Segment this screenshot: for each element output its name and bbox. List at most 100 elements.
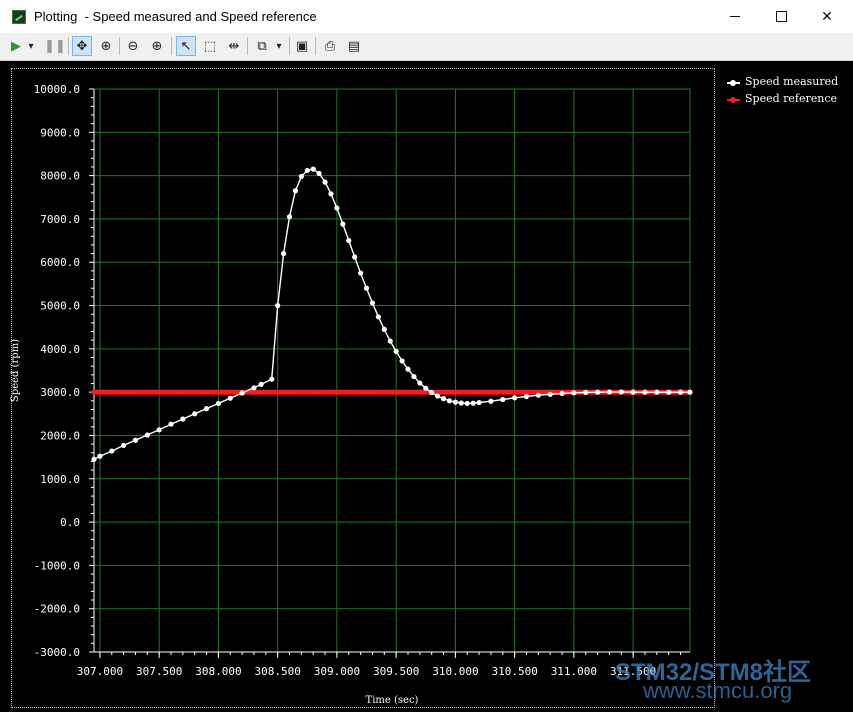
point-speed-measured bbox=[654, 389, 660, 395]
point-speed-measured bbox=[109, 448, 115, 454]
y-tick-label: 4000.0 bbox=[40, 343, 80, 356]
watermark-url: www.stmcu.org bbox=[643, 678, 793, 703]
point-speed-measured bbox=[258, 381, 264, 387]
point-speed-measured bbox=[470, 400, 476, 406]
point-speed-measured bbox=[440, 396, 447, 402]
x-tick-label: 307.000 bbox=[77, 665, 123, 678]
point-speed-measured bbox=[512, 395, 518, 401]
point-speed-measured bbox=[523, 393, 530, 400]
point-speed-measured bbox=[340, 221, 346, 227]
x-tick-label: 310.500 bbox=[491, 665, 537, 678]
speed-chart[interactable]: -3000.0 -2000.0 -1000.0 0.0 1000.0 2000.0 3000… bbox=[0, 0, 853, 712]
point-speed-measured bbox=[286, 214, 293, 220]
point-speed-measured bbox=[630, 389, 636, 395]
point-speed-measured bbox=[192, 411, 198, 417]
point-speed-measured bbox=[304, 167, 310, 174]
point-speed-measured bbox=[91, 456, 97, 462]
y-tick-label: 3000.0 bbox=[40, 386, 80, 399]
point-speed-measured bbox=[666, 389, 672, 395]
point-speed-measured bbox=[275, 302, 281, 309]
point-speed-measured bbox=[251, 385, 257, 391]
point-speed-measured bbox=[476, 399, 482, 406]
legend-label-speed-reference: Speed reference bbox=[745, 92, 838, 105]
y-axis-label: Speed (rpm) bbox=[10, 339, 21, 402]
y-tick-label: 6000.0 bbox=[40, 256, 80, 269]
point-speed-measured bbox=[334, 205, 340, 211]
point-speed-measured bbox=[446, 398, 453, 404]
x-tick-label: 310.000 bbox=[432, 665, 478, 678]
point-speed-measured bbox=[328, 191, 334, 197]
point-speed-measured bbox=[583, 389, 589, 395]
x-tick-label: 311.000 bbox=[551, 665, 597, 678]
point-speed-measured bbox=[677, 389, 684, 395]
y-tick-label: 8000.0 bbox=[40, 170, 80, 183]
point-speed-measured bbox=[322, 179, 328, 185]
point-speed-measured bbox=[618, 389, 624, 395]
point-speed-measured bbox=[156, 427, 162, 433]
point-speed-measured bbox=[358, 270, 364, 276]
legend-label-speed-measured: Speed measured bbox=[745, 75, 839, 88]
x-tick-label: 308.500 bbox=[254, 665, 300, 678]
point-speed-measured bbox=[535, 392, 541, 398]
point-speed-measured bbox=[452, 399, 458, 405]
point-speed-measured bbox=[559, 390, 565, 397]
legend-item-speed-reference[interactable]: Speed reference bbox=[727, 92, 851, 109]
y-tick-label: 2000.0 bbox=[40, 429, 80, 442]
y-tick-label: 7000.0 bbox=[40, 213, 80, 226]
point-speed-measured bbox=[393, 348, 399, 355]
legend-marker-speed-reference bbox=[730, 97, 736, 103]
point-speed-measured bbox=[488, 398, 494, 404]
point-speed-measured bbox=[547, 391, 553, 397]
watermark: STM32/STM8社区 www.stmcu.org bbox=[615, 652, 853, 712]
point-speed-measured bbox=[292, 188, 299, 194]
y-tick-label: 1000.0 bbox=[40, 473, 80, 486]
y-tick-label: -2000.0 bbox=[34, 603, 80, 616]
point-speed-measured bbox=[687, 389, 693, 395]
point-speed-measured bbox=[269, 376, 275, 382]
x-tick-label: 307.500 bbox=[136, 665, 182, 678]
plot-area bbox=[94, 89, 690, 652]
point-speed-measured bbox=[180, 416, 186, 422]
point-speed-measured bbox=[144, 432, 150, 438]
x-tick-label: 309.500 bbox=[373, 665, 419, 678]
point-speed-measured bbox=[227, 395, 233, 401]
point-speed-measured bbox=[606, 389, 613, 395]
point-speed-measured bbox=[381, 326, 387, 332]
point-speed-measured bbox=[352, 254, 358, 260]
point-speed-measured bbox=[346, 237, 352, 244]
point-speed-measured bbox=[316, 170, 322, 177]
legend-item-speed-measured[interactable]: Speed measured bbox=[727, 75, 851, 92]
point-speed-measured bbox=[464, 400, 470, 407]
y-tick-label: -3000.0 bbox=[34, 646, 80, 659]
point-speed-measured bbox=[121, 442, 127, 449]
point-speed-measured bbox=[363, 285, 370, 291]
point-speed-measured bbox=[310, 166, 316, 172]
point-speed-measured bbox=[375, 314, 381, 320]
point-speed-measured bbox=[387, 338, 393, 344]
point-speed-measured bbox=[500, 396, 506, 403]
y-tick-label: 5000.0 bbox=[40, 300, 80, 313]
point-speed-measured bbox=[429, 389, 435, 396]
point-speed-measured bbox=[97, 453, 103, 459]
point-speed-measured bbox=[411, 373, 417, 380]
point-speed-measured bbox=[203, 406, 210, 412]
point-speed-measured bbox=[571, 390, 577, 396]
point-speed-measured bbox=[417, 380, 423, 386]
legend: Speed measured Speed reference bbox=[727, 75, 851, 109]
y-tick-label: 9000.0 bbox=[40, 126, 80, 139]
point-speed-measured bbox=[399, 358, 405, 364]
y-tick-label: 0.0 bbox=[60, 516, 80, 529]
point-speed-measured bbox=[369, 300, 376, 306]
x-tick-label: 309.000 bbox=[314, 665, 360, 678]
y-tick-label: -1000.0 bbox=[34, 559, 80, 572]
point-speed-measured bbox=[168, 421, 174, 427]
point-speed-measured bbox=[423, 385, 429, 391]
x-tick-label: 308.000 bbox=[195, 665, 241, 678]
x-axis-label: Time (sec) bbox=[366, 695, 419, 706]
point-speed-measured bbox=[405, 366, 411, 372]
point-speed-measured bbox=[132, 437, 139, 443]
legend-marker-speed-measured bbox=[730, 80, 736, 86]
point-speed-measured bbox=[435, 393, 441, 399]
point-speed-measured bbox=[594, 389, 601, 395]
point-speed-measured bbox=[642, 389, 648, 395]
